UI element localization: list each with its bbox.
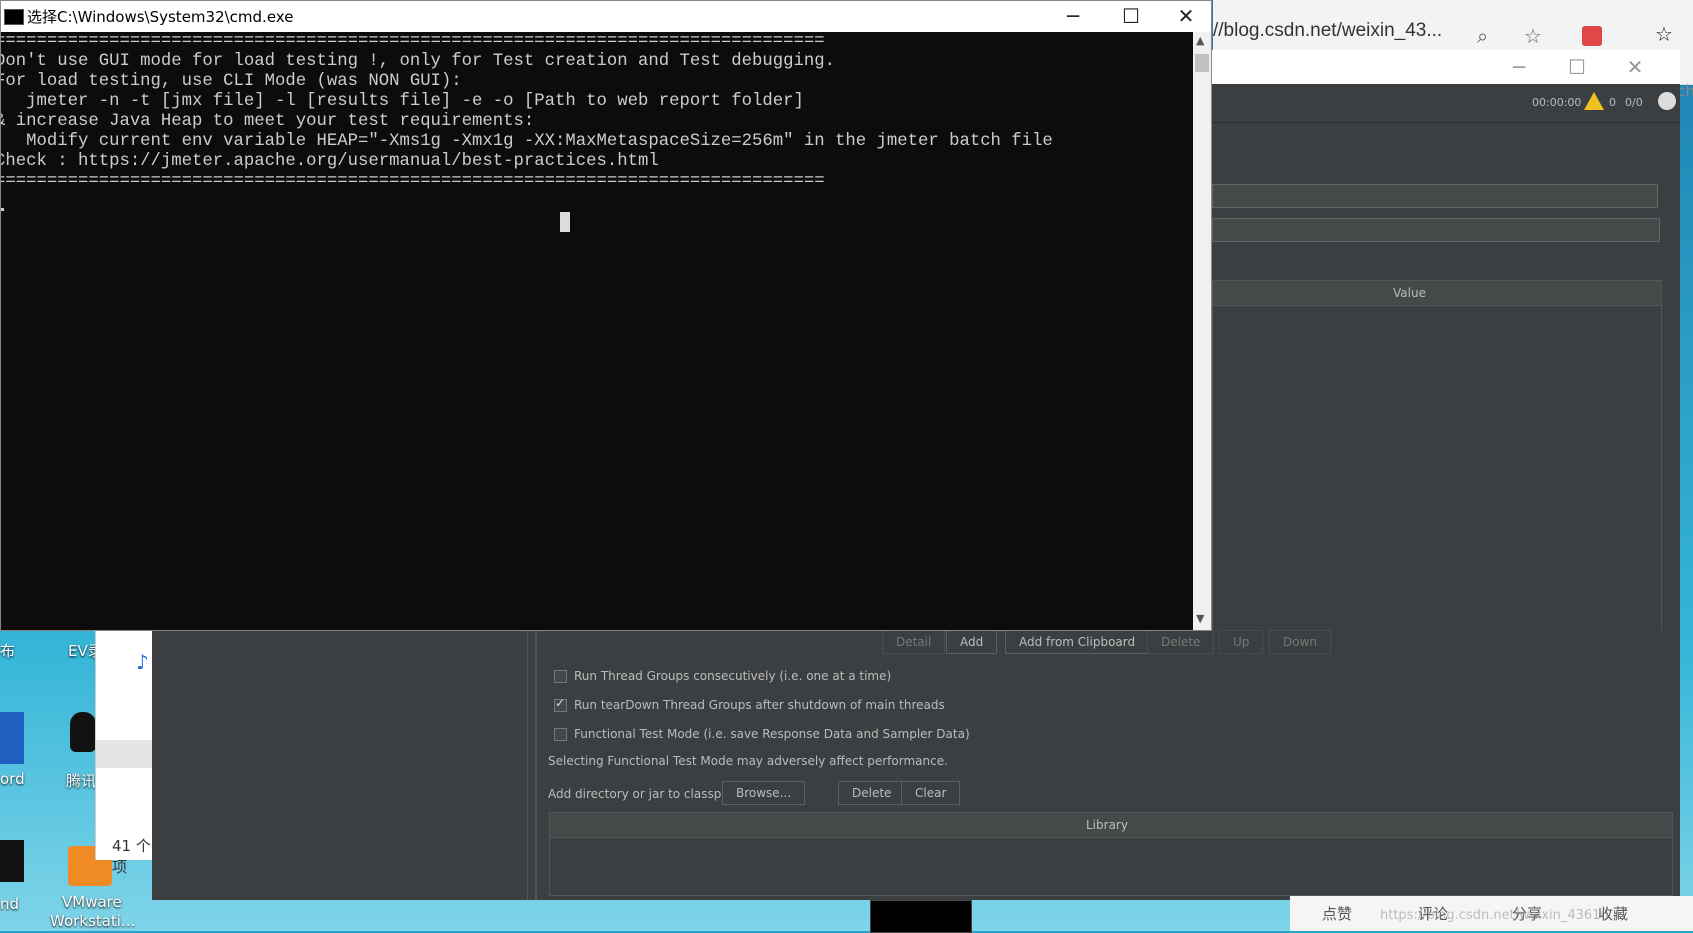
cmd-app-icon [4,9,24,25]
minimize-icon[interactable]: ─ [1044,0,1102,33]
maximize-icon[interactable]: ☐ [1102,0,1160,33]
star-add-icon[interactable]: ☆ [1524,24,1542,48]
name-field[interactable] [1212,184,1658,208]
log-toggle-icon[interactable] [1658,92,1676,110]
tree-pane [152,630,528,900]
cmd-titlebar[interactable]: 选择C:\Windows\System32\cmd.exe ─ ☐ ✕ [1,1,1211,32]
functional-mode-checkbox[interactable] [554,728,567,741]
scroll-up-icon[interactable]: ▲ [1196,34,1204,47]
desktop-icon-label[interactable]: 腾讯 [66,770,96,791]
scrollbar-thumb[interactable] [1195,54,1209,72]
active-threads: 0/0 [1625,96,1643,109]
detail-button[interactable]: Detail [882,630,946,654]
run-consecutive-label: Run Thread Groups consecutively (i.e. on… [574,669,892,683]
splitter[interactable] [535,630,537,900]
console-line: For load testing, use CLI Mode (was NON … [1,72,462,91]
delete-classpath-button[interactable]: Delete [838,781,906,805]
run-consecutive-checkbox[interactable] [554,670,567,683]
functional-note: Selecting Functional Test Mode may adver… [548,754,948,768]
test-plan-panel: Detail Add Add from Clipboard Delete Up … [152,630,1680,900]
value-column-header: Value [1393,286,1426,300]
cmd-desktop-icon[interactable] [0,840,24,882]
functional-mode-label: Functional Test Mode (i.e. save Response… [574,727,970,741]
close-icon[interactable]: ✕ [1606,50,1664,84]
comments-field[interactable] [1212,218,1660,242]
jmeter-titlebar: ─ ☐ ✕ [1212,50,1680,84]
explorer-window-sliver: ♪ 41 个项 [95,630,154,876]
word-icon[interactable] [0,712,24,764]
console-line: jmeter -n -t [jmx file] -l [results file… [1,92,804,111]
cmd-window-title: 选择C:\Windows\System32\cmd.exe [27,8,294,26]
library-column-header: Library [1086,818,1128,832]
minimize-icon[interactable]: ─ [1490,50,1548,84]
browse-button[interactable]: Browse... [722,781,806,805]
delete-button[interactable]: Delete [1147,630,1215,654]
desktop-icon-label[interactable]: ord [0,770,25,788]
search-icon[interactable]: ⌕ [1477,24,1488,48]
close-icon[interactable]: ✕ [1160,0,1212,33]
console-line: Modify current env variable HEAP="-Xms1g… [1,132,1053,151]
watermark: https://blog.csdn.net/weixin_43616 [1380,908,1609,923]
extension-icon[interactable] [1582,26,1602,46]
clear-button[interactable]: Clear [901,781,961,805]
console-line: & increase Java Heap to meet your test r… [1,112,535,131]
console-line: Don't use GUI mode for load testing !, o… [1,52,836,71]
text-cursor [560,212,570,232]
cmd-window: 选择C:\Windows\System32\cmd.exe ─ ☐ ✕ ====… [0,0,1212,631]
jmeter-status-bar: 00:00:00 0 0/0 [1212,84,1680,123]
desktop-icon-label[interactable]: Workstati... [50,912,135,930]
explorer-selected-row[interactable] [96,740,154,768]
variables-table[interactable]: Value [1212,280,1662,674]
console-line: Check : https://jmeter.apache.org/userma… [1,152,659,171]
desktop-icon-label[interactable]: nd [0,895,19,913]
desktop-icon-label[interactable]: VMware [62,893,122,911]
console-output[interactable]: ========================================… [1,32,1193,630]
warning-count: 0 [1609,96,1616,109]
desktop-icon-label[interactable]: 布 [0,640,15,661]
classpath-label: Add directory or jar to classpath [548,787,742,801]
elapsed-timer: 00:00:00 [1532,96,1582,109]
qq-icon[interactable] [70,712,96,752]
add-from-clipboard-button[interactable]: Add from Clipboard [1005,630,1150,654]
favorites-icon[interactable]: ☆ [1655,22,1673,46]
console-line: ========================================… [1,32,825,51]
maximize-icon[interactable]: ☐ [1548,50,1606,84]
music-icon: ♪ [136,650,149,674]
taskbar-thumbnail[interactable] [870,900,972,933]
add-button[interactable]: Add [946,630,998,654]
address-bar-text[interactable]: //blog.csdn.net/weixin_43... [1213,20,1442,42]
library-table[interactable]: Library [549,812,1673,896]
console-line: ========================================… [1,172,825,191]
warning-icon[interactable] [1584,92,1604,110]
up-button[interactable]: Up [1219,630,1264,654]
article-action-bar: 点赞 评论 分享 收藏 https://blog.csdn.net/weixin… [1290,896,1693,931]
run-teardown-checkbox[interactable] [554,696,567,712]
scroll-down-icon[interactable]: ▼ [1196,612,1204,625]
like-action[interactable]: 点赞 [1322,903,1352,924]
prompt-cursor [1,208,4,211]
table-header [1213,281,1661,306]
vertical-scrollbar[interactable]: ▲ ▼ [1193,32,1211,630]
run-teardown-label: Run tearDown Thread Groups after shutdow… [574,698,945,712]
down-button[interactable]: Down [1269,630,1332,654]
item-count: 41 个项 [112,837,151,876]
